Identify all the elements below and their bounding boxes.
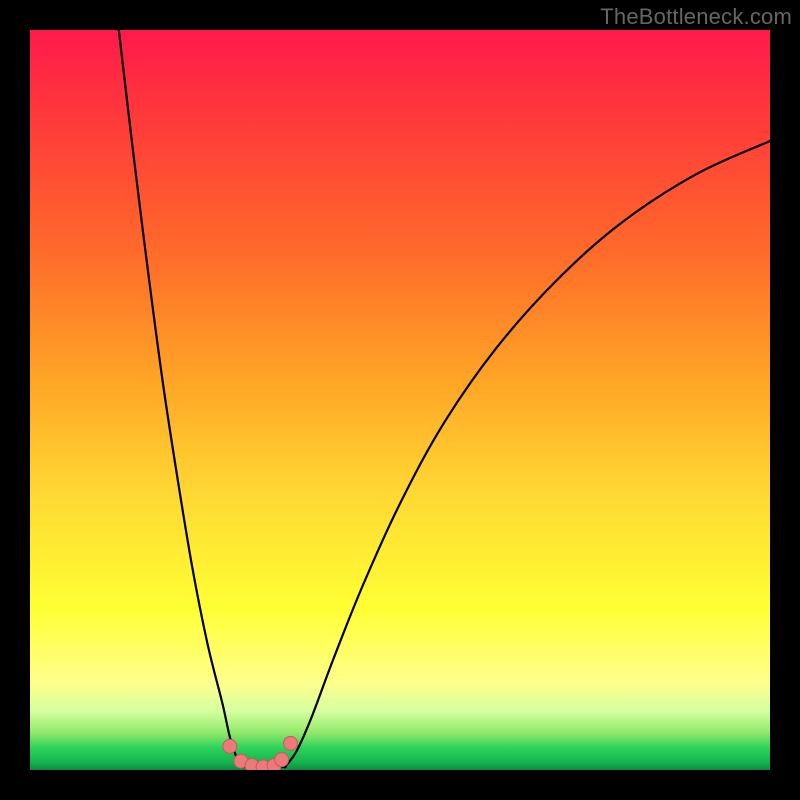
bottleneck-curve <box>119 30 770 769</box>
watermark-text: TheBottleneck.com <box>600 4 792 30</box>
chart-svg <box>30 30 770 770</box>
valley-marker <box>223 739 237 753</box>
chart-container: TheBottleneck.com <box>0 0 800 800</box>
valley-marker <box>283 736 297 750</box>
valley-marker <box>275 753 289 767</box>
plot-area <box>30 30 770 770</box>
